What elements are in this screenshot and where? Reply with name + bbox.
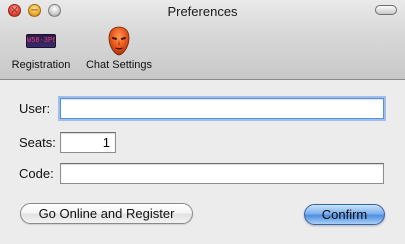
confirm-button[interactable]: Confirm <box>304 204 385 225</box>
registration-icon-wrap: W58·3P6 <box>4 24 78 58</box>
toolbar-item-chat-settings[interactable]: Chat Settings <box>80 24 158 71</box>
user-label: User: <box>19 101 51 116</box>
toolbar-item-registration[interactable]: W58·3P6 Registration <box>4 24 78 71</box>
code-input[interactable] <box>60 163 384 184</box>
window-chrome: × − Preferences W58·3P6 Registration Cha… <box>0 0 405 80</box>
seats-input[interactable] <box>60 132 116 153</box>
user-input[interactable] <box>60 98 384 119</box>
toolbar-item-label: Chat Settings <box>85 59 153 71</box>
mask-icon <box>108 26 130 56</box>
preferences-window: × − Preferences W58·3P6 Registration Cha… <box>0 0 405 244</box>
toolbar-toggle-button[interactable] <box>375 5 397 15</box>
go-online-register-button[interactable]: Go Online and Register <box>20 203 193 224</box>
chat-settings-icon-wrap <box>80 24 158 58</box>
license-plate-icon: W58·3P6 <box>26 34 56 48</box>
seats-label: Seats: <box>19 135 56 150</box>
title-bar[interactable]: × − Preferences <box>0 0 405 22</box>
window-title: Preferences <box>167 4 238 19</box>
code-label: Code: <box>19 166 54 181</box>
toolbar-item-label: Registration <box>11 59 71 71</box>
